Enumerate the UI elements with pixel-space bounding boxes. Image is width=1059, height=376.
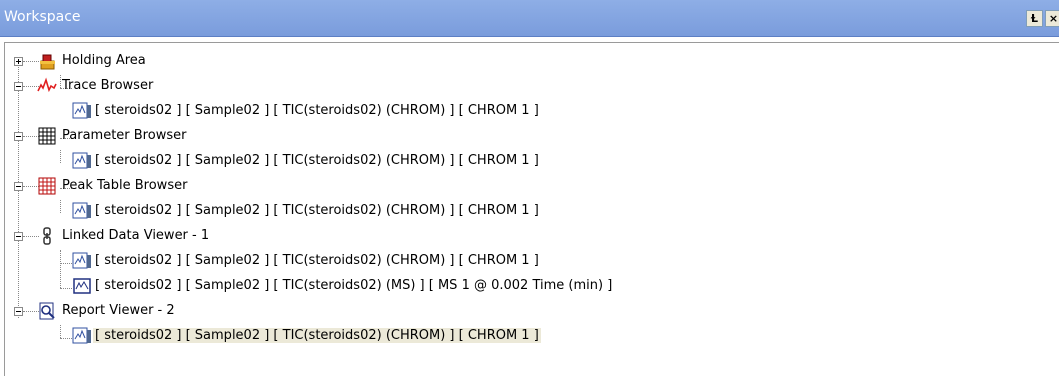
close-icon: × [1048, 12, 1059, 25]
tree-label-holding-area: Holding Area [62, 53, 146, 68]
collapse-minus-icon[interactable] [14, 82, 23, 91]
peak-table-icon [38, 177, 56, 195]
tree-item-parameter-chrom[interactable]: [ steroids02 ] [ Sample02 ] [ TIC(steroi… [5, 150, 765, 172]
chromatogram-document-icon [72, 252, 91, 269]
tree-node-peak-table-browser[interactable]: Peak Table Browser [5, 175, 405, 197]
spectrum-document-icon [73, 278, 91, 294]
tree-label-report-chrom-selected: [ steroids02 ] [ Sample02 ] [ TIC(steroi… [93, 328, 541, 343]
window-title: Workspace [4, 9, 81, 25]
pin-button[interactable]: Ɫ [1026, 10, 1043, 27]
tree-item-trace-chrom[interactable]: [ steroids02 ] [ Sample02 ] [ TIC(steroi… [5, 100, 765, 122]
tree-label-parameter-browser: Parameter Browser [62, 128, 187, 143]
workspace-tree[interactable]: Holding Area Trace Browser [ steroids02 … [4, 42, 1059, 376]
close-button[interactable]: × [1045, 10, 1059, 27]
tree-label-linked-chrom: [ steroids02 ] [ Sample02 ] [ TIC(steroi… [95, 253, 539, 268]
tree-node-linked-data-viewer[interactable]: Linked Data Viewer - 1 [5, 225, 405, 247]
tree-label-peak-table-browser: Peak Table Browser [62, 178, 188, 193]
tree-node-holding-area[interactable]: Holding Area [5, 50, 405, 72]
tree-label-trace-chrom: [ steroids02 ] [ Sample02 ] [ TIC(steroi… [95, 103, 539, 118]
tree-item-linked-ms[interactable]: [ steroids02 ] [ Sample02 ] [ TIC(steroi… [5, 275, 765, 297]
chain-link-icon [43, 227, 51, 245]
magnifier-report-icon [39, 302, 55, 320]
tree-item-peak-table-chrom[interactable]: [ steroids02 ] [ Sample02 ] [ TIC(steroi… [5, 200, 765, 222]
tree-label-trace-browser: Trace Browser [62, 78, 154, 93]
pin-icon: Ɫ [1030, 12, 1038, 25]
expand-plus-icon[interactable] [14, 57, 23, 66]
grid-table-icon [38, 127, 56, 145]
holding-area-icon [40, 54, 55, 70]
collapse-minus-icon[interactable] [14, 232, 23, 241]
trace-wave-icon [37, 77, 57, 93]
tree-label-report-viewer: Report Viewer - 2 [62, 303, 175, 318]
collapse-minus-icon[interactable] [14, 307, 23, 316]
collapse-minus-icon[interactable] [14, 132, 23, 141]
collapse-minus-icon[interactable] [14, 182, 23, 191]
tree-label-peak-table-chrom: [ steroids02 ] [ Sample02 ] [ TIC(steroi… [95, 203, 539, 218]
tree-item-report-chrom[interactable]: [ steroids02 ] [ Sample02 ] [ TIC(steroi… [5, 325, 765, 347]
chromatogram-document-icon [72, 327, 91, 344]
tree-node-trace-browser[interactable]: Trace Browser [5, 75, 405, 97]
tree-label-linked-data-viewer: Linked Data Viewer - 1 [62, 228, 210, 243]
chromatogram-document-icon [72, 102, 91, 119]
chromatogram-document-icon [72, 152, 91, 169]
chromatogram-document-icon [72, 202, 91, 219]
workspace-titlebar: Workspace Ɫ × [0, 0, 1059, 37]
tree-item-linked-chrom[interactable]: [ steroids02 ] [ Sample02 ] [ TIC(steroi… [5, 250, 765, 272]
tree-node-parameter-browser[interactable]: Parameter Browser [5, 125, 405, 147]
tree-label-linked-ms: [ steroids02 ] [ Sample02 ] [ TIC(steroi… [95, 278, 613, 293]
tree-node-report-viewer[interactable]: Report Viewer - 2 [5, 300, 405, 322]
tree-label-parameter-chrom: [ steroids02 ] [ Sample02 ] [ TIC(steroi… [95, 153, 539, 168]
